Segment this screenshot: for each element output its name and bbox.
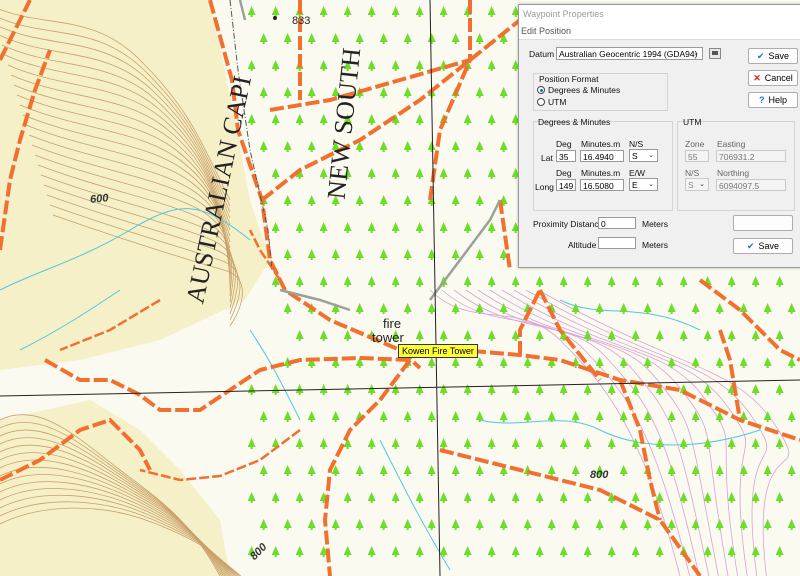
chevron-down-icon: ⌄: [648, 152, 654, 159]
datum-label: Datum: [529, 49, 555, 59]
altitude-save-button[interactable]: ✔ Save: [733, 238, 793, 254]
altitude-input[interactable]: [598, 237, 636, 249]
long-degrees-input[interactable]: 149: [556, 179, 576, 191]
datum-value: Australian Geocentric 1994 (GDA94): [559, 49, 698, 59]
altitude-unit: Meters: [642, 240, 668, 250]
proximity-unit: Meters: [642, 219, 668, 229]
save-button[interactable]: ✔ Save: [748, 48, 798, 64]
save-icon: ✔: [756, 51, 765, 61]
fire-tower-label-line1: fire: [383, 316, 401, 331]
long-minutes-input[interactable]: 16.5080: [580, 179, 624, 191]
radio-degrees-minutes-label[interactable]: Degrees & Minutes: [548, 85, 620, 95]
lat-ns-value: S: [632, 151, 638, 161]
long-ew-value: E: [632, 180, 638, 190]
lat-label: Lat: [541, 153, 553, 163]
utm-ns-header: N/S: [685, 168, 700, 178]
proximity-input[interactable]: 0: [598, 217, 636, 229]
utm-group-title: UTM: [683, 117, 702, 127]
radio-utm[interactable]: [537, 98, 545, 106]
deg-header-long: Deg: [556, 168, 572, 178]
minutes-header-long: Minutes.m: [581, 168, 621, 178]
fire-tower-label-line2: tower: [372, 330, 404, 345]
minutes-header: Minutes.m: [581, 139, 621, 149]
dm-group-title: Degrees & Minutes: [538, 117, 611, 127]
proximity-label: Proximity Distance: [533, 219, 604, 229]
save-button-label: Save: [768, 51, 790, 61]
utm-easting-input[interactable]: 706931.2: [716, 150, 786, 162]
proximity-save-button: [733, 215, 793, 231]
degrees-minutes-group: [533, 121, 673, 211]
ew-header: E/W: [629, 168, 646, 178]
altitude-save-label: Save: [758, 241, 780, 251]
long-label: Long: [535, 182, 554, 192]
waypoint-properties-dialog: Waypoint Properties Edit Position Datum …: [518, 4, 800, 268]
easting-header: Easting: [717, 139, 746, 149]
utm-zone-input[interactable]: 55: [685, 150, 709, 162]
save-icon: ✔: [746, 241, 755, 251]
radio-degrees-minutes[interactable]: [537, 86, 545, 94]
position-format-title: Position Format: [539, 74, 599, 84]
altitude-label: Altitude: [568, 240, 597, 250]
datum-info-icon[interactable]: [709, 48, 721, 59]
utm-ns-select[interactable]: S ⌄: [685, 178, 709, 191]
help-icon: ?: [758, 95, 765, 105]
lat-minutes-input[interactable]: 16.4940: [580, 150, 624, 162]
long-ew-select[interactable]: E ⌄: [629, 178, 658, 191]
close-icon: ✕: [753, 73, 761, 83]
zone-header: Zone: [685, 139, 705, 149]
utm-ns-value: S: [688, 180, 694, 190]
northing-header: Northing: [717, 168, 750, 178]
deg-header: Deg: [556, 139, 572, 149]
chevron-down-icon: ⌄: [648, 181, 654, 188]
menu-edit-position[interactable]: Edit Position: [519, 23, 800, 40]
ns-header: N/S: [629, 139, 644, 149]
utm-group: [677, 121, 795, 211]
datum-select[interactable]: Australian Geocentric 1994 (GDA94) ⌄: [556, 47, 703, 60]
radio-utm-label[interactable]: UTM: [548, 97, 566, 107]
help-button-label: Help: [768, 95, 787, 105]
utm-northing-input[interactable]: 6094097.5: [716, 179, 786, 191]
contour-label-800-east: 800: [590, 469, 609, 481]
cancel-button-label: Cancel: [764, 73, 793, 83]
chevron-down-icon: ⌄: [699, 181, 705, 188]
lat-degrees-input[interactable]: 35: [556, 150, 576, 162]
dialog-title: Waypoint Properties: [519, 5, 800, 23]
chevron-down-icon: ⌄: [693, 50, 699, 57]
waypoint-tooltip[interactable]: Kowen Fire Tower: [398, 344, 478, 358]
spot-height-label: 833: [292, 15, 310, 27]
cancel-button[interactable]: ✕ Cancel: [748, 70, 798, 86]
help-button[interactable]: ? Help: [748, 92, 798, 108]
contour-label-600: 600: [90, 192, 110, 206]
lat-ns-select[interactable]: S ⌄: [629, 149, 658, 162]
